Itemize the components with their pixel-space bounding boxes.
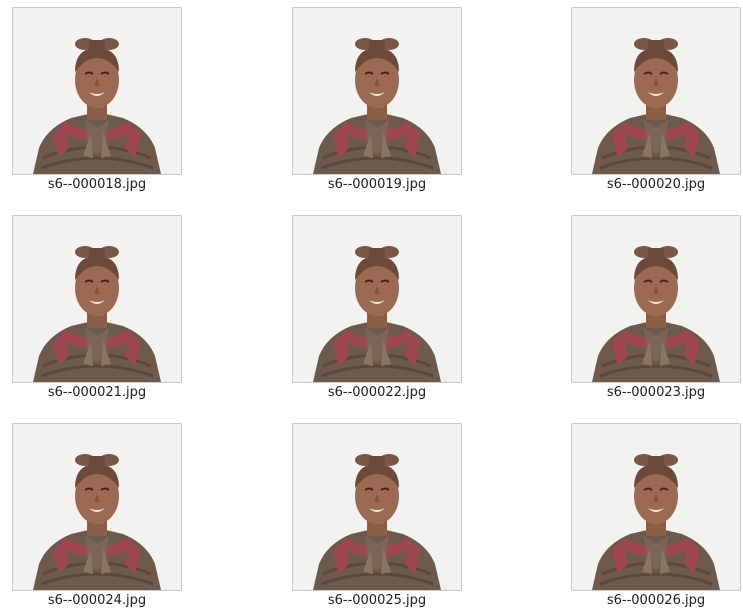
image-thumbnail[interactable] bbox=[12, 215, 182, 383]
warrior-statue-photo-icon bbox=[13, 216, 181, 382]
warrior-statue-photo-icon bbox=[293, 216, 461, 382]
warrior-statue-photo-icon bbox=[293, 8, 461, 174]
file-name[interactable]: s6--000023.jpg bbox=[551, 385, 743, 400]
warrior-statue-photo-icon bbox=[13, 424, 181, 590]
file-name[interactable]: s6--000022.jpg bbox=[272, 385, 482, 400]
image-thumbnail[interactable] bbox=[571, 423, 741, 591]
image-thumbnail[interactable] bbox=[12, 7, 182, 175]
warrior-statue-photo-icon bbox=[572, 424, 740, 590]
warrior-statue-photo-icon bbox=[572, 8, 740, 174]
file-name[interactable]: s6--000024.jpg bbox=[0, 593, 202, 608]
file-name[interactable]: s6--000026.jpg bbox=[551, 593, 743, 608]
file-name[interactable]: s6--000019.jpg bbox=[272, 177, 482, 192]
image-thumbnail[interactable] bbox=[292, 423, 462, 591]
image-thumbnail[interactable] bbox=[571, 215, 741, 383]
image-thumbnail[interactable] bbox=[12, 423, 182, 591]
file-name[interactable]: s6--000018.jpg bbox=[0, 177, 202, 192]
file-name[interactable]: s6--000021.jpg bbox=[0, 385, 202, 400]
image-thumbnail[interactable] bbox=[571, 7, 741, 175]
warrior-statue-photo-icon bbox=[13, 8, 181, 174]
warrior-statue-photo-icon bbox=[572, 216, 740, 382]
file-name[interactable]: s6--000020.jpg bbox=[551, 177, 743, 192]
file-grid: s6--000018.jpg s6--000019.jpg s6--000020… bbox=[0, 0, 743, 613]
warrior-statue-photo-icon bbox=[293, 424, 461, 590]
file-name[interactable]: s6--000025.jpg bbox=[272, 593, 482, 608]
image-thumbnail[interactable] bbox=[292, 215, 462, 383]
image-thumbnail[interactable] bbox=[292, 7, 462, 175]
